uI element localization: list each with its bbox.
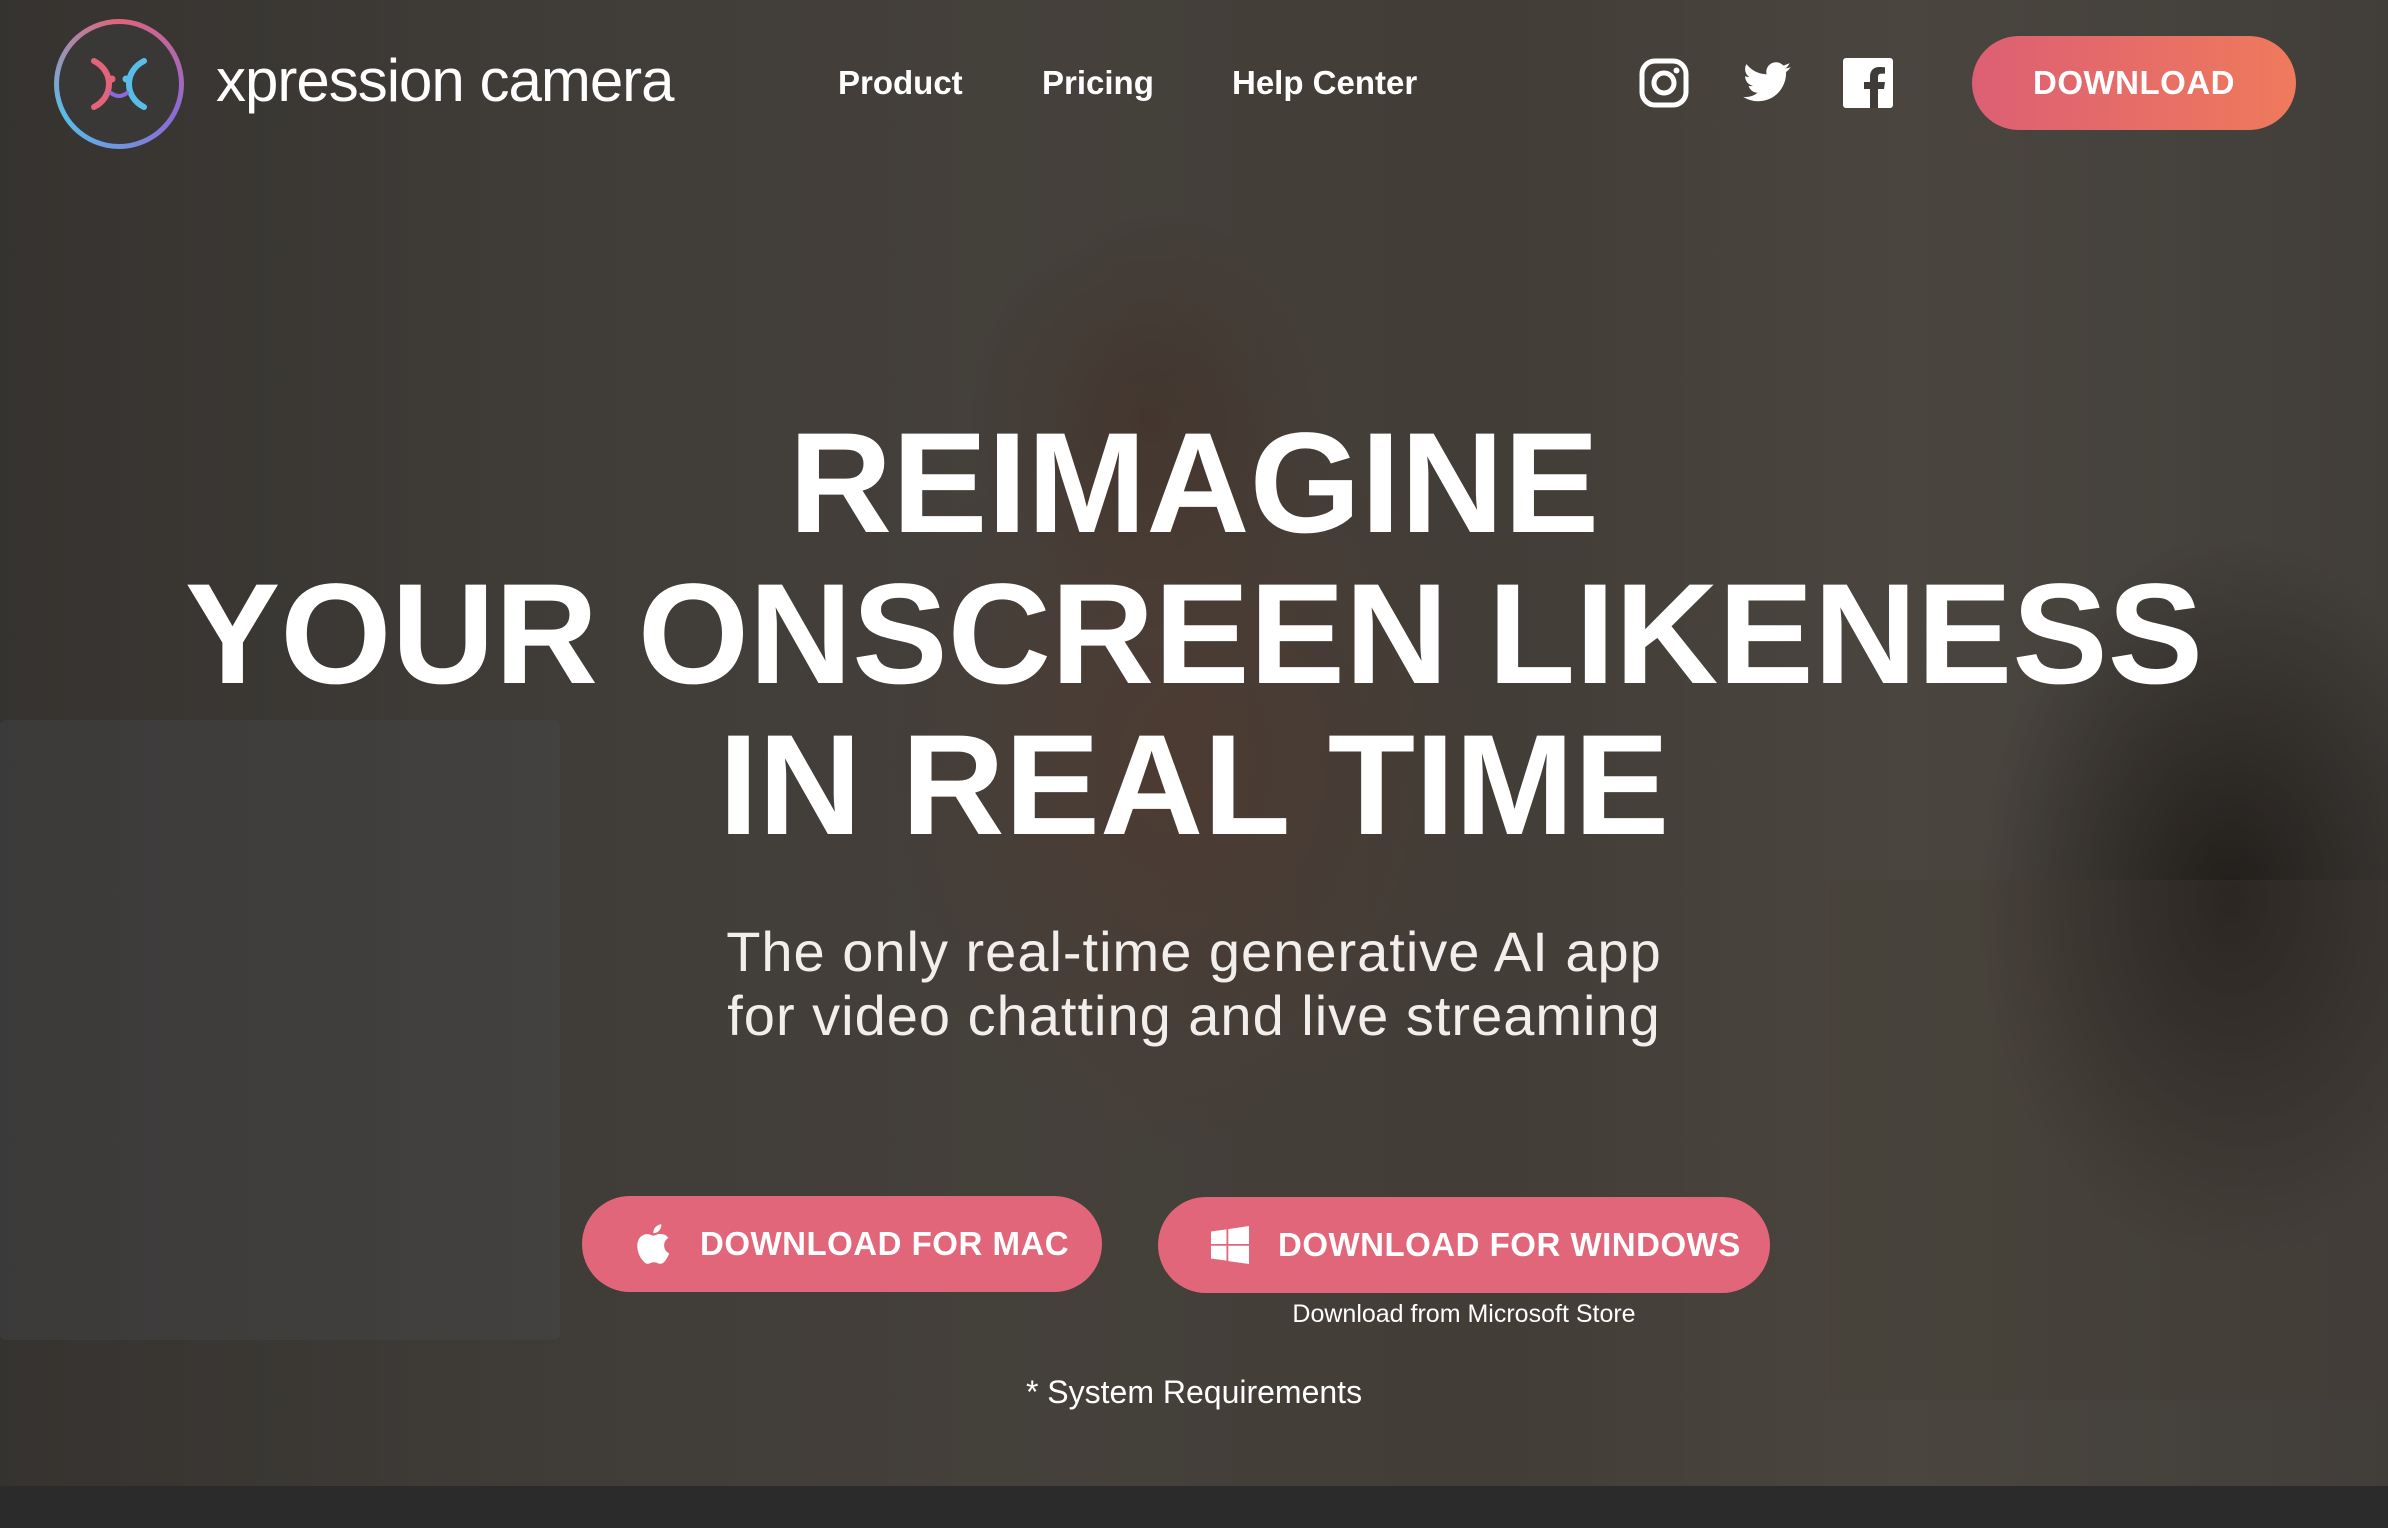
download-mac-button[interactable]: DOWNLOAD FOR MAC	[582, 1196, 1102, 1292]
instagram-icon[interactable]	[1638, 57, 1690, 109]
headline-line-3: IN REAL TIME	[718, 706, 1670, 865]
brand-name[interactable]: xpression camera	[216, 46, 675, 115]
facebook-icon[interactable]	[1843, 58, 1893, 108]
top-navigation: xpression camera Product Pricing Help Ce…	[0, 0, 2388, 170]
windows-icon	[1210, 1223, 1250, 1267]
download-mac-label: DOWNLOAD FOR MAC	[700, 1225, 1070, 1262]
headline-line-1: REIMAGINE	[788, 404, 1600, 563]
brand-name-light: camera	[463, 47, 674, 114]
subheading-line-2: for video chatting and live streaming	[727, 984, 1661, 1047]
hero-headline: REIMAGINE YOUR ONSCREEN LIKENESS IN REAL…	[0, 408, 2388, 861]
page: xpression camera Product Pricing Help Ce…	[0, 0, 2388, 1528]
hero-subheading: The only real-time generative AI app for…	[0, 920, 2388, 1048]
microsoft-store-link[interactable]: Download from Microsoft Store	[1158, 1300, 1770, 1329]
bottom-section-edge	[0, 1486, 2388, 1528]
headline-line-2: YOUR ONSCREEN LIKENESS	[184, 555, 2204, 714]
twitter-icon[interactable]	[1740, 57, 1794, 109]
nav-link-pricing[interactable]: Pricing	[1042, 64, 1154, 102]
nav-link-help-center[interactable]: Help Center	[1232, 64, 1417, 102]
nav-link-product[interactable]: Product	[838, 64, 963, 102]
apple-icon	[632, 1222, 672, 1266]
brand-name-bold: xpression	[216, 47, 465, 114]
download-button[interactable]: DOWNLOAD	[1972, 36, 2296, 130]
system-requirements-link[interactable]: * System Requirements	[0, 1374, 2388, 1411]
download-windows-button[interactable]: DOWNLOAD FOR WINDOWS	[1158, 1197, 1770, 1293]
subheading-line-1: The only real-time generative AI app	[726, 920, 1662, 983]
logo-icon[interactable]	[54, 19, 184, 149]
download-windows-label: DOWNLOAD FOR WINDOWS	[1278, 1226, 1741, 1263]
logo-face-icon	[91, 58, 147, 110]
